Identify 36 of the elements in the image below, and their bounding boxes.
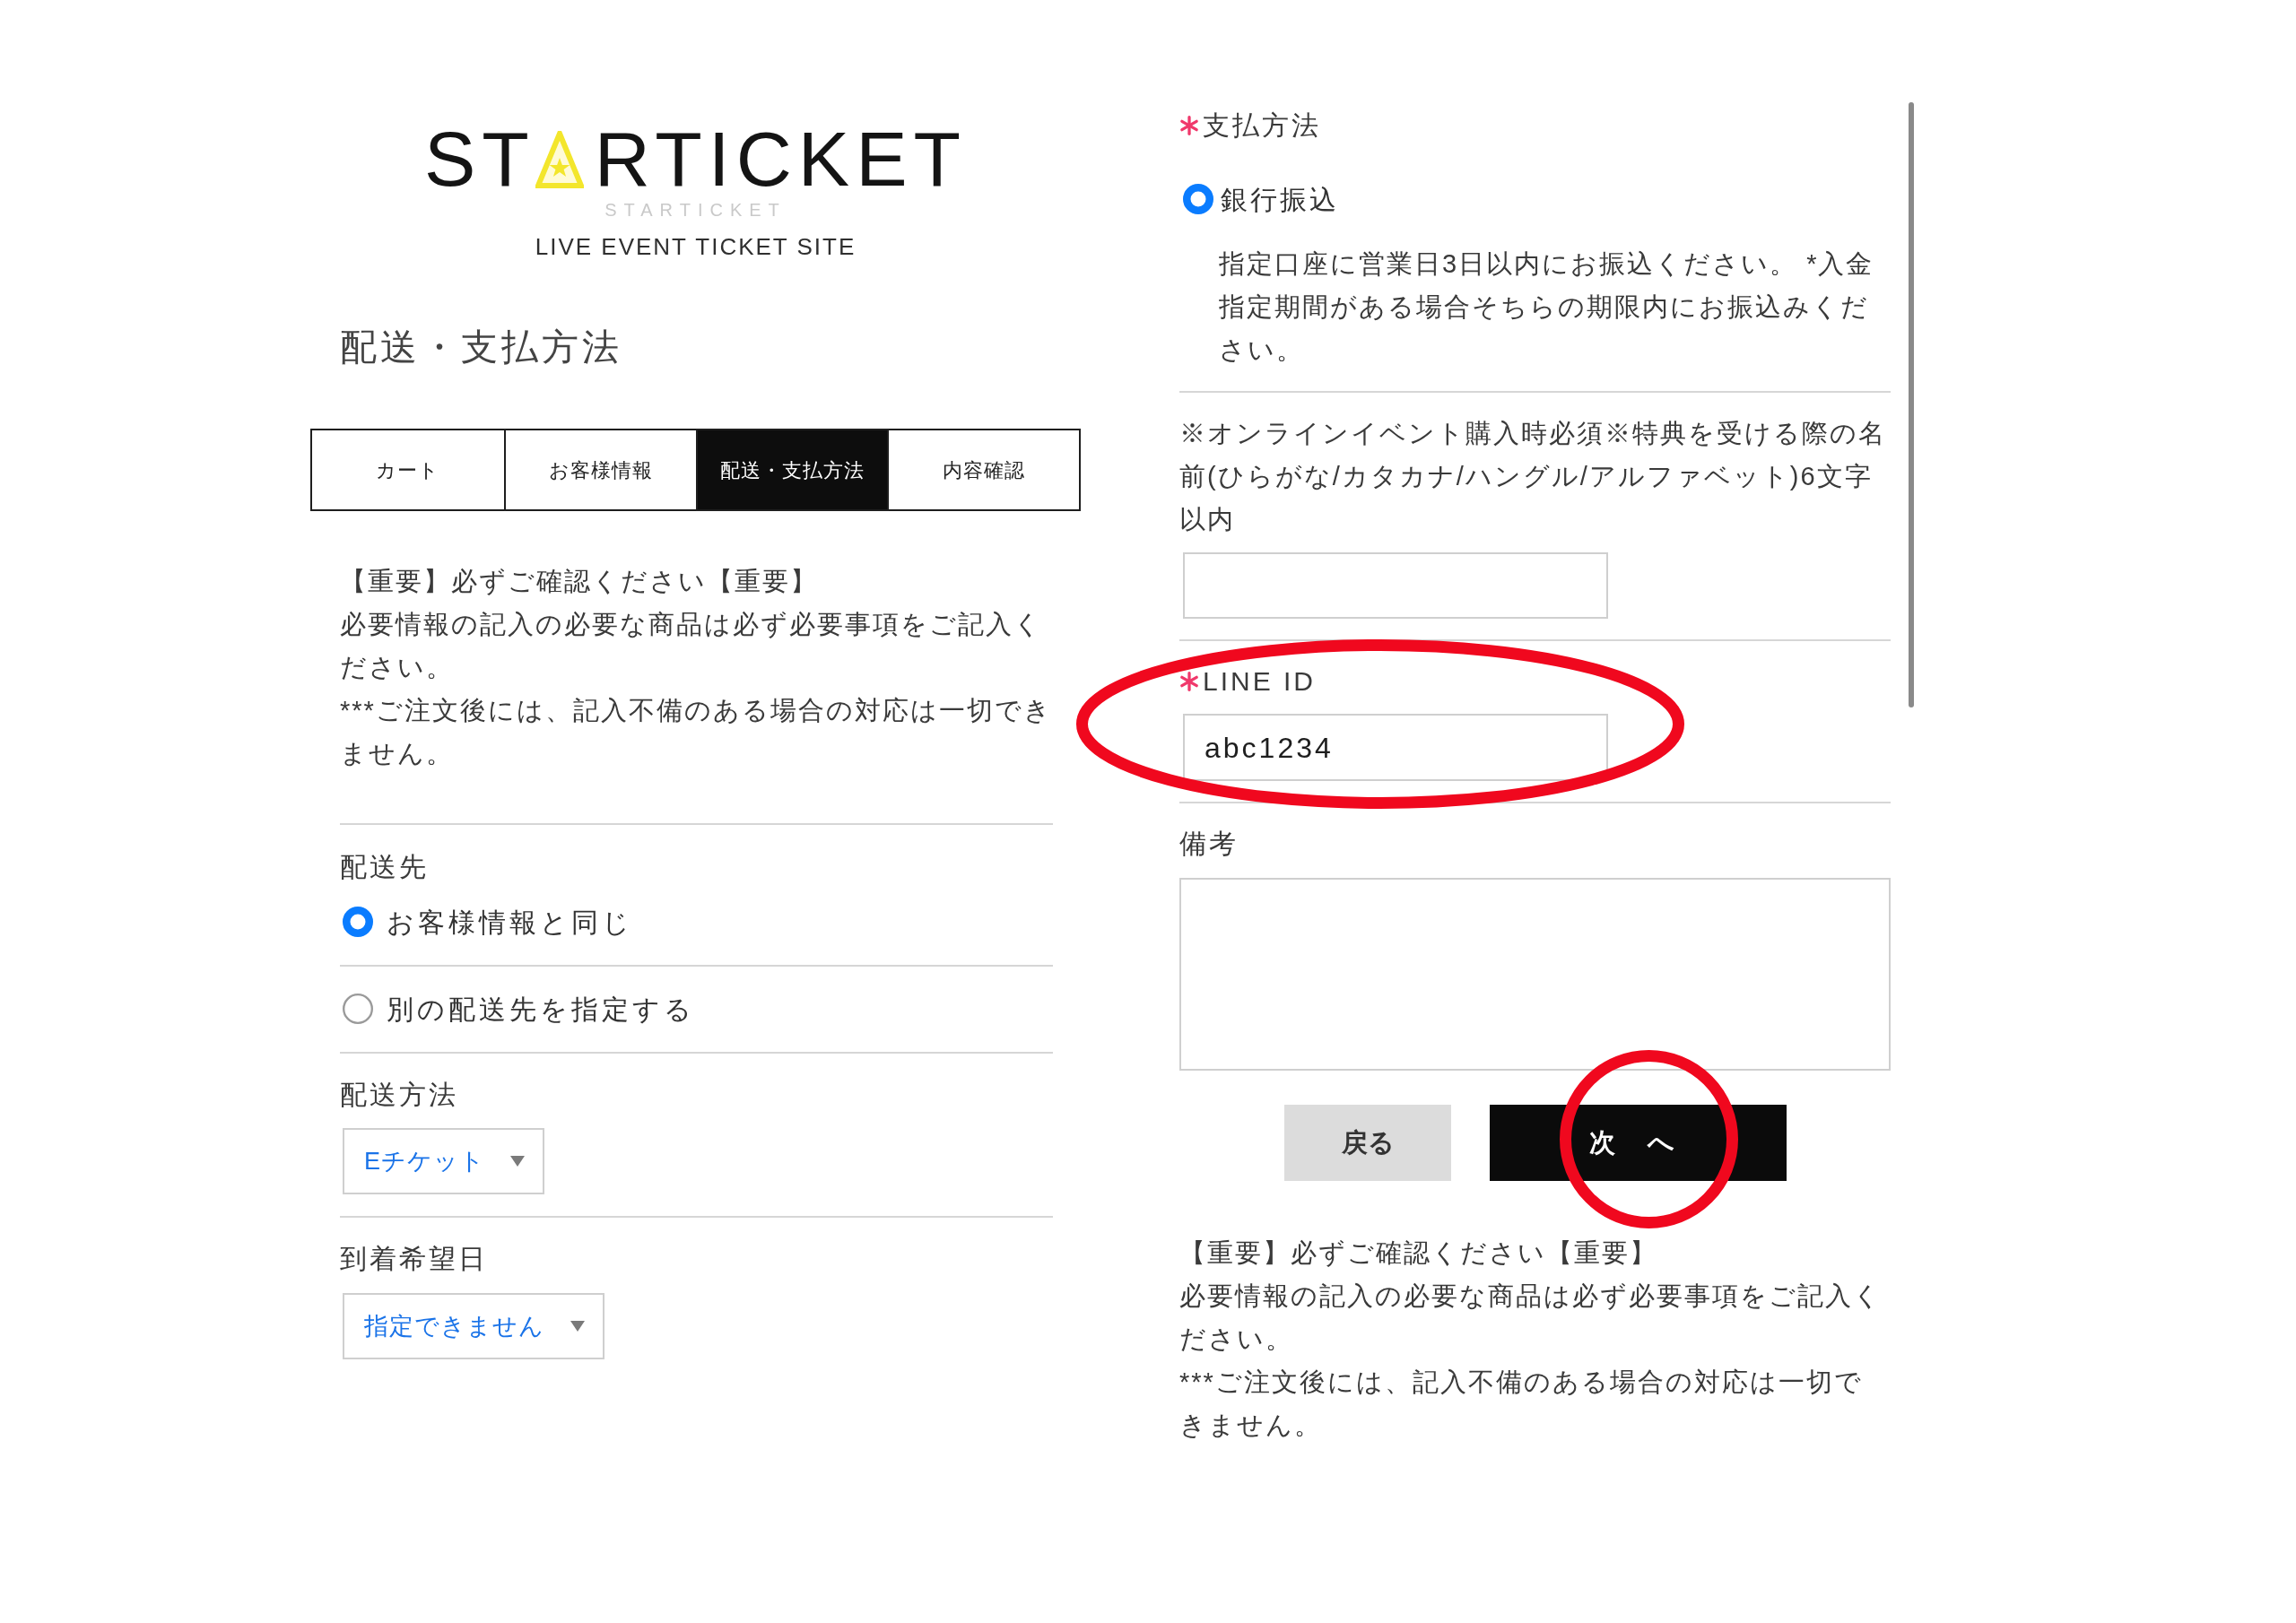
- logo-text: RTICKET: [594, 127, 968, 190]
- option-label[interactable]: 別の配送先を指定する: [387, 988, 695, 1029]
- field-label: LINE ID: [1203, 665, 1317, 698]
- notice-text: ***ご注文後には、記入不備のある場合の対応は一切できません。: [340, 695, 1053, 769]
- triangle-star-icon: [535, 131, 584, 188]
- text-input[interactable]: [1183, 552, 1608, 619]
- option-label[interactable]: 銀行振込: [1221, 178, 1339, 220]
- field-label: 支払方法: [1203, 109, 1321, 142]
- scrollbar-thumb[interactable]: [1909, 102, 1914, 707]
- textarea-field[interactable]: [1179, 878, 1891, 1071]
- field-label: 到着希望日: [340, 1243, 488, 1275]
- caret-icon: [570, 1321, 585, 1332]
- logo-tagline: LIVE EVENT TICKET SITE: [535, 233, 857, 260]
- field-label: 配送方法: [340, 1079, 458, 1111]
- back-button[interactable]: 戻る: [1284, 1105, 1451, 1181]
- option-label[interactable]: お客様情報と同じ: [387, 901, 633, 942]
- dropdown-select[interactable]: Eチケット: [343, 1128, 544, 1194]
- caret-icon: [510, 1156, 525, 1167]
- radio-button[interactable]: [1183, 184, 1213, 214]
- notice-text: 【重要】必ずご確認ください【重要】: [1179, 1237, 1658, 1269]
- notice-text: ***ご注文後には、記入不備のある場合の対応は一切できません。: [1179, 1367, 1864, 1441]
- checkout-step: 配送・支払方法: [695, 430, 888, 509]
- page-title: 配送・支払方法: [340, 325, 623, 369]
- option-description: 指定口座に営業日3日以内にお振込ください。 *入金指定期間がある場合そちらの期限内にお振込みください。: [1218, 248, 1875, 366]
- dropdown-select[interactable]: 指定できません: [343, 1293, 604, 1359]
- notice-text: 【重要】必ずご確認ください【重要】: [340, 566, 819, 597]
- logo-text: ST: [423, 127, 535, 190]
- field-label: ※オンラインイベント購入時必須※特典を受ける際の名前(ひらがな/カタカナ/ハングル/アルファベット)6文字以内: [1179, 418, 1887, 535]
- radio-button[interactable]: [343, 907, 373, 937]
- next-button[interactable]: 次 へ: [1490, 1105, 1787, 1181]
- radio-button[interactable]: [343, 994, 373, 1024]
- notice-text: 必要情報の記入の必要な商品は必ず必要事項をご記入ください。: [340, 609, 1043, 683]
- text-input[interactable]: abc1234: [1183, 714, 1608, 781]
- field-label: 備考: [1179, 828, 1239, 860]
- notice-text: 必要情報の記入の必要な商品は必ず必要事項をご記入ください。: [1179, 1280, 1883, 1355]
- field-label: 配送先: [340, 851, 429, 883]
